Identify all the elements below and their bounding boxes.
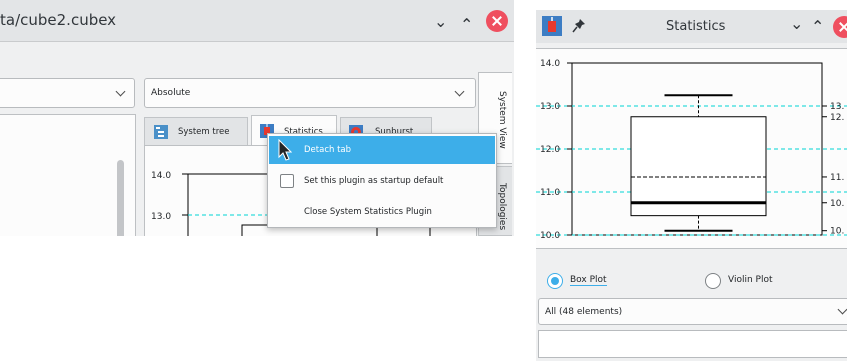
mini-tick-label: 14.0 — [151, 171, 171, 181]
menu-item-label: Detach tab — [304, 145, 352, 155]
tab-system-tree[interactable]: System tree — [144, 117, 248, 145]
close-icon[interactable] — [486, 10, 508, 32]
chevron-down-icon — [115, 86, 126, 97]
box-plot-area: 14.0 13.0 12.0 11.0 10.0 13. 12. 11. 10. 10. — [536, 48, 847, 249]
y-tick-label: 13.0 — [540, 102, 560, 112]
mode-combo-value: Absolute — [151, 88, 191, 98]
statistics-window: Statistics ⌄ ⌃ 14.0 13.0 12.0 11.0 10.0 13. 12… — [536, 10, 847, 361]
minimize-chevron-down-icon[interactable]: ⌄ — [434, 14, 447, 30]
system-tree-icon — [154, 125, 168, 139]
right-tick-label: 12. — [830, 113, 844, 123]
radio-label-box-plot: Box Plot — [570, 275, 607, 286]
tree-panel — [0, 114, 136, 236]
elements-combo-value: All (48 elements) — [545, 307, 623, 317]
maximize-chevron-up-icon[interactable]: ⌃ — [460, 17, 473, 33]
menu-item-close-plugin[interactable]: Close System Statistics Plugin — [269, 198, 495, 226]
window-title: ta/cube2.cubex — [0, 11, 117, 29]
metric-combo[interactable] — [0, 78, 135, 108]
right-tick-label: 13. — [830, 102, 844, 112]
radio-box-plot[interactable] — [547, 273, 563, 289]
side-tab-label: System View — [497, 91, 507, 149]
y-tick-label: 12.0 — [540, 145, 560, 155]
scrollbar-handle[interactable] — [117, 160, 124, 236]
mini-tick-label: 13.0 — [151, 212, 171, 222]
elements-combo[interactable]: All (48 elements) — [538, 298, 847, 325]
main-window: ta/cube2.cubex ⌄ ⌃ Absolute System View … — [0, 0, 514, 236]
iqr-box — [630, 116, 767, 217]
right-tick-label: 10. — [830, 227, 844, 237]
info-text-area[interactable] — [538, 330, 847, 358]
mode-combo[interactable]: Absolute — [144, 78, 476, 108]
right-tick-label: 10. — [830, 199, 844, 209]
minimize-chevron-down-icon[interactable]: ⌄ — [790, 16, 803, 32]
checkbox[interactable] — [280, 174, 294, 188]
tab-label: System tree — [178, 127, 230, 137]
close-icon[interactable] — [833, 16, 847, 38]
box-plot-chart: 14.0 13.0 12.0 11.0 10.0 13.12. 11. 10. 10. — [536, 59, 847, 241]
chevron-down-icon — [837, 304, 847, 315]
window-title: Statistics — [666, 19, 726, 34]
pin-icon[interactable] — [572, 18, 586, 34]
radio-violin-plot[interactable] — [705, 273, 721, 289]
radio-label-violin-plot: Violin Plot — [728, 275, 773, 285]
menu-item-label: Set this plugin as startup default — [304, 176, 444, 186]
menu-item-detach-tab[interactable]: Detach tab — [269, 136, 495, 164]
right-tick-label: 11. — [830, 173, 844, 183]
statistics-titlebar: Statistics ⌄ ⌃ — [536, 10, 847, 43]
maximize-chevron-up-icon[interactable]: ⌃ — [811, 19, 824, 35]
menu-item-startup-default[interactable]: Set this plugin as startup default — [269, 167, 495, 195]
plugin-icon — [542, 16, 562, 36]
cursor-icon — [278, 139, 292, 161]
toolbar-strip — [0, 43, 514, 73]
tab-context-menu: Detach tab Set this plugin as startup de… — [267, 133, 497, 228]
side-tab-label: Topologies — [497, 183, 507, 231]
y-tick-label: 10.0 — [540, 231, 560, 241]
main-titlebar: ta/cube2.cubex ⌄ ⌃ — [0, 0, 514, 42]
menu-item-label: Close System Statistics Plugin — [304, 207, 432, 217]
chevron-down-icon — [454, 86, 465, 97]
y-tick-label: 11.0 — [540, 188, 560, 198]
y-tick-label: 14.0 — [540, 59, 560, 69]
